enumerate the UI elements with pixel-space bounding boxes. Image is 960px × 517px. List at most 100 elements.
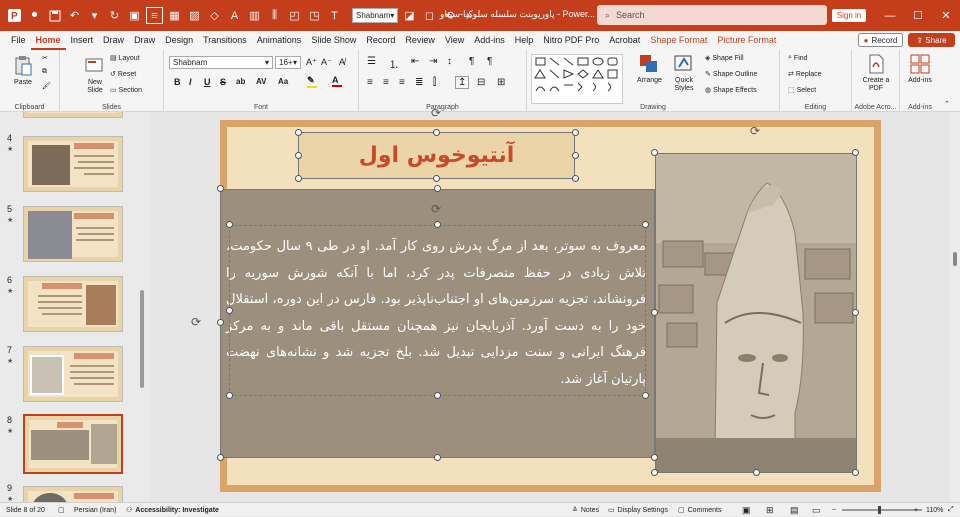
shape-fill-button[interactable]: ◈ Shape Fill	[705, 54, 744, 63]
align-icon[interactable]: ⫼	[266, 7, 283, 24]
highlight-color-icon[interactable]: ✎	[307, 75, 317, 88]
rotate-handle-icon[interactable]: ⟳	[191, 315, 201, 329]
font-name-select[interactable]: Shabnam ▾	[169, 56, 273, 69]
tab-animations[interactable]: Animations	[252, 31, 307, 50]
add-ins-button[interactable]: Add-ins	[905, 53, 935, 85]
comments-button[interactable]: ▢ Comments	[678, 503, 721, 517]
text-direction-icon[interactable]: ↥	[455, 76, 470, 89]
quick-font-select[interactable]: Shabnam ▾	[352, 8, 398, 23]
fill-color-icon[interactable]: ◪	[401, 7, 418, 24]
slides-pane-scrollbar[interactable]	[140, 290, 144, 388]
resize-handle[interactable]	[226, 392, 233, 399]
shape-outline-button[interactable]: ✎ Shape Outline	[705, 70, 757, 79]
slide-title[interactable]: آنتیوخوس اول	[298, 143, 575, 168]
resize-handle[interactable]	[572, 129, 579, 136]
resize-handle[interactable]	[651, 454, 658, 461]
normal-view-icon[interactable]: ▣	[742, 503, 751, 517]
tab-view[interactable]: View	[440, 31, 469, 50]
resize-handle[interactable]	[753, 469, 760, 476]
quick-styles-button[interactable]: Quick Styles	[669, 53, 699, 93]
italic-button[interactable]: I	[189, 77, 192, 87]
smartart-icon[interactable]: ⊞	[497, 77, 505, 88]
reset-button[interactable]: ↺ Reset	[110, 70, 136, 79]
view-icon[interactable]: ≡	[146, 7, 163, 24]
tab-help[interactable]: Help	[510, 31, 539, 50]
resize-handle[interactable]	[433, 175, 440, 182]
collapse-ribbon-icon[interactable]: ⌃	[944, 100, 950, 108]
line-spacing-icon[interactable]: ↕	[447, 56, 452, 67]
resize-handle[interactable]	[572, 175, 579, 182]
slide-thumb-4[interactable]	[23, 136, 123, 192]
create-pdf-button[interactable]: Create a PDF	[858, 53, 894, 93]
slide-thumb-5[interactable]	[23, 206, 123, 262]
resize-handle[interactable]	[226, 221, 233, 228]
align-right-icon[interactable]: ≡	[399, 77, 405, 88]
resize-handle[interactable]	[852, 149, 859, 156]
change-case-button[interactable]: Aa	[278, 77, 288, 86]
autosave-icon[interactable]: ⏺	[26, 7, 43, 24]
fit-slide-icon[interactable]: ⤢	[948, 503, 954, 517]
record-button[interactable]: ● Record	[858, 33, 903, 47]
outline-icon[interactable]: ◻	[421, 7, 438, 24]
tab-file[interactable]: File	[6, 31, 31, 50]
tab-picture-format[interactable]: Picture Format	[712, 31, 781, 50]
justify-icon[interactable]: ≣	[415, 77, 423, 88]
ltr-icon[interactable]: ¶	[487, 56, 492, 67]
text-icon[interactable]: T	[326, 7, 343, 24]
resize-handle[interactable]	[295, 152, 302, 159]
tab-insert[interactable]: Insert	[66, 31, 99, 50]
notes-button[interactable]: ≙ Notes	[572, 503, 599, 517]
replace-button[interactable]: ⇄ Replace	[788, 70, 822, 79]
rotate-handle-icon[interactable]: ⟳	[750, 124, 760, 138]
shape-effects-button[interactable]: ◍ Shape Effects	[705, 86, 757, 95]
select-button[interactable]: ⬚ Select	[788, 86, 816, 95]
format-painter-icon[interactable]: 🖌	[42, 82, 51, 90]
decrease-indent-icon[interactable]: ⇤	[411, 56, 419, 67]
resize-handle[interactable]	[651, 309, 658, 316]
resize-handle[interactable]	[642, 392, 649, 399]
tab-slide-show[interactable]: Slide Show	[306, 31, 361, 50]
resize-handle[interactable]	[651, 149, 658, 156]
resize-handle[interactable]	[434, 392, 441, 399]
numbering-icon[interactable]: ⒈	[389, 56, 399, 71]
tab-home[interactable]: Home	[30, 31, 66, 50]
tab-draw[interactable]: Draw	[98, 31, 129, 50]
align-left-icon[interactable]: ≡	[367, 77, 373, 88]
display-settings-button[interactable]: ▭ Display Settings	[608, 503, 668, 517]
new-slide-button[interactable]: New Slide	[80, 55, 110, 95]
arrange-button[interactable]: Arrange	[637, 53, 662, 85]
undo-icon[interactable]: ↶	[66, 7, 83, 24]
resize-handle[interactable]	[295, 129, 302, 136]
align-center-icon[interactable]: ≡	[383, 77, 389, 88]
strikethrough-button[interactable]: S	[220, 77, 226, 87]
picture-icon[interactable]: ▨	[186, 7, 203, 24]
tab-shape-format[interactable]: Shape Format	[645, 31, 712, 50]
save-icon[interactable]	[46, 7, 63, 24]
send-backward-icon[interactable]: ◰	[286, 7, 303, 24]
body-text[interactable]: معروف به سوتر، بعد از مرگ پدرش روی کار آ…	[226, 234, 646, 394]
zoom-slider-knob[interactable]	[878, 506, 881, 514]
slide-thumb-8[interactable]	[23, 414, 123, 474]
tab-acrobat[interactable]: Acrobat	[604, 31, 645, 50]
undo-dropdown-icon[interactable]: ▾	[86, 7, 103, 24]
slideshow-icon[interactable]: ▭	[812, 503, 821, 517]
tab-design[interactable]: Design	[160, 31, 198, 50]
rtl-icon[interactable]: ¶	[469, 56, 474, 67]
search-box[interactable]: ⌕ Search	[597, 5, 827, 25]
paste-button[interactable]: Paste	[12, 55, 34, 87]
font-size-select[interactable]: 16+ ▾	[275, 56, 301, 69]
resize-handle[interactable]	[226, 307, 233, 314]
resize-handle[interactable]	[572, 152, 579, 159]
slide-sorter-icon[interactable]: ⊞	[766, 503, 774, 517]
resize-handle[interactable]	[295, 175, 302, 182]
zoom-level[interactable]: 110%	[926, 503, 943, 517]
cut-icon[interactable]: ✂	[42, 54, 48, 62]
slide-thumb-7[interactable]	[23, 346, 123, 402]
bring-forward-icon[interactable]: ◳	[306, 7, 323, 24]
share-button[interactable]: ⇪ Share	[908, 33, 955, 47]
slide-thumb-9[interactable]	[23, 486, 123, 502]
rotate-handle-icon[interactable]: ⟳	[431, 202, 441, 216]
tab-draw-2[interactable]: Draw	[129, 31, 160, 50]
tab-transitions[interactable]: Transitions	[198, 31, 252, 50]
section-button[interactable]: ▭ Section	[110, 86, 142, 95]
